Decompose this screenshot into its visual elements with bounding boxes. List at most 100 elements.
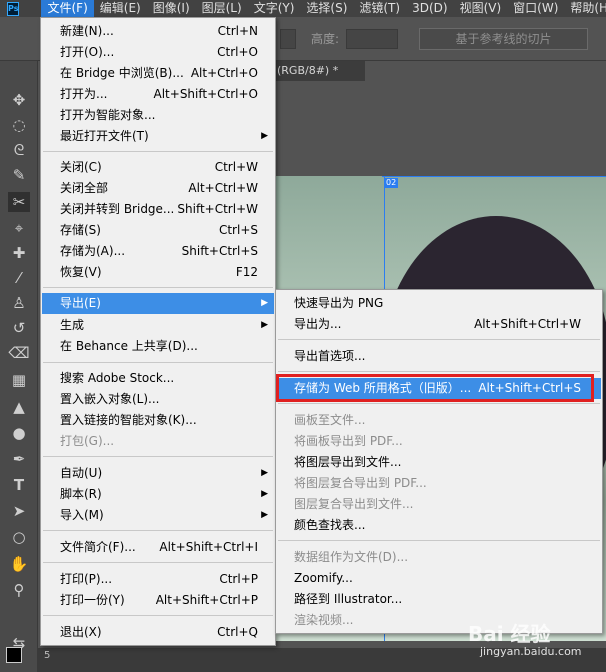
menu-item-print[interactable]: 打印(P)... Ctrl+P <box>42 569 274 590</box>
menu-item-exit[interactable]: 退出(X) Ctrl+Q <box>42 622 274 643</box>
menu-separator <box>278 403 600 404</box>
menu-item-place-linked[interactable]: 置入链接的智能对象(K)... <box>42 410 274 431</box>
menu-item-open-as[interactable]: 打开为... Alt+Shift+Ctrl+O <box>42 84 274 105</box>
file-menu-dropdown: 新建(N)... Ctrl+N 打开(O)... Ctrl+O 在 Bridge 中… <box>40 17 276 646</box>
menu-image[interactable]: 图像(I) <box>147 0 196 17</box>
menu-item-close-go-bridge[interactable]: 关闭并转到 Bridge... Shift+Ctrl+W <box>42 199 274 220</box>
menu-item-revert[interactable]: 恢复(V) F12 <box>42 262 274 283</box>
menu-item-new[interactable]: 新建(N)... Ctrl+N <box>42 21 274 42</box>
menu-separator <box>278 371 600 372</box>
menu-item-close-all[interactable]: 关闭全部 Alt+Ctrl+W <box>42 178 274 199</box>
ellipse-tool-icon[interactable]: ○ <box>8 527 30 547</box>
foreground-color-swatch[interactable] <box>6 647 22 663</box>
menu-item-share-behance[interactable]: 在 Behance 上共享(D)... <box>42 336 274 357</box>
document-tab[interactable]: (RGB/8#) * <box>270 61 365 81</box>
menu-separator <box>43 456 273 457</box>
menu-filter[interactable]: 滤镜(T) <box>353 0 406 17</box>
menu-item-close[interactable]: 关闭(C) Ctrl+W <box>42 157 274 178</box>
type-tool-icon[interactable]: T <box>8 475 30 495</box>
menu-item-paths-to-illustrator[interactable]: 路径到 Illustrator... <box>277 589 601 610</box>
menu-item-search-stock[interactable]: 搜索 Adobe Stock... <box>42 368 274 389</box>
menu-item-package: 打包(G)... <box>60 434 115 448</box>
menu-separator <box>278 540 600 541</box>
healing-brush-tool-icon[interactable]: ✚ <box>8 243 30 263</box>
dodge-tool-icon[interactable]: ● <box>8 423 30 443</box>
pen-tool-icon[interactable]: ✒ <box>8 449 30 469</box>
menu-separator <box>43 287 273 288</box>
menu-separator <box>43 615 273 616</box>
eyedropper-tool-icon[interactable]: ⌖ <box>8 218 30 238</box>
menu-layer[interactable]: 图层(L) <box>196 0 248 17</box>
submenu-arrow-icon: ▶ <box>261 489 268 499</box>
menu-item-browse-bridge[interactable]: 在 Bridge 中浏览(B)... Alt+Ctrl+O <box>42 63 274 84</box>
menu-separator <box>43 562 273 563</box>
blur-tool-icon[interactable]: ▲ <box>8 397 30 417</box>
menu-item-color-lookup-tables[interactable]: 颜色查找表... <box>277 515 601 536</box>
menu-edit[interactable]: 编辑(E) <box>94 0 147 17</box>
menu-window[interactable]: 窗口(W) <box>507 0 564 17</box>
menu-3d[interactable]: 3D(D) <box>406 0 453 17</box>
clone-stamp-tool-icon[interactable]: ♙ <box>8 293 30 313</box>
menu-item-open[interactable]: 打开(O)... Ctrl+O <box>42 42 274 63</box>
menu-item-render-video: 渲染视频... <box>294 613 354 627</box>
submenu-arrow-icon: ▶ <box>261 298 268 308</box>
menu-item-layer-comps-to-pdf: 将图层复合导出到 PDF... <box>294 476 427 490</box>
menu-separator <box>43 151 273 152</box>
submenu-arrow-icon: ▶ <box>261 510 268 520</box>
menu-select[interactable]: 选择(S) <box>300 0 353 17</box>
menu-item-zoomify[interactable]: Zoomify... <box>277 568 601 589</box>
submenu-arrow-icon: ▶ <box>261 131 268 141</box>
height-field[interactable] <box>346 29 398 49</box>
path-selection-tool-icon[interactable]: ➤ <box>8 501 30 521</box>
eraser-tool-icon[interactable]: ⌫ <box>8 343 30 363</box>
hand-tool-icon[interactable]: ✋ <box>8 554 30 574</box>
menu-item-artboards-to-files: 画板至文件... <box>294 413 366 427</box>
baidu-watermark: Bai 经验 <box>468 622 551 646</box>
brush-tool-icon[interactable]: ⁄ <box>8 268 30 288</box>
menu-item-layer-comps-to-files: 图层复合导出到文件... <box>294 497 414 511</box>
menu-item-recent-files[interactable]: 最近打开文件(T) ▶ <box>42 126 274 147</box>
slice-guide-horizontal <box>382 176 606 177</box>
menu-item-layers-to-files[interactable]: 将图层导出到文件... <box>277 452 601 473</box>
menu-file[interactable]: 文件(F) <box>41 0 94 17</box>
history-brush-tool-icon[interactable]: ↺ <box>8 318 30 338</box>
menu-item-save-as[interactable]: 存储为(A)... Shift+Ctrl+S <box>42 241 274 262</box>
width-field[interactable] <box>280 29 296 49</box>
menu-separator <box>43 530 273 531</box>
menu-item-open-smart-object[interactable]: 打开为智能对象... <box>42 105 274 126</box>
menu-item-quick-export-png[interactable]: 快速导出为 PNG <box>277 293 601 314</box>
tools-panel: ✥ ◌ ᘓ ✎ ✂ ⌖ ✚ ⁄ ♙ ↺ ⌫ ▦ ▲ ● ✒ T ➤ ○ ✋ ⚲ … <box>0 61 38 672</box>
submenu-arrow-icon: ▶ <box>261 468 268 478</box>
menu-item-scripts[interactable]: 脚本(R) ▶ <box>42 484 274 505</box>
menu-item-artboards-to-pdf: 将画板导出到 PDF... <box>294 434 403 448</box>
status-value: 5 <box>44 650 51 661</box>
slice-tool-icon[interactable]: ✂ <box>8 192 30 212</box>
menu-item-print-one-copy[interactable]: 打印一份(Y) Alt+Shift+Ctrl+P <box>42 590 274 611</box>
menu-item-save[interactable]: 存储(S) Ctrl+S <box>42 220 274 241</box>
menu-item-data-sets-as-files: 数据组作为文件(D)... <box>294 550 409 564</box>
menu-view[interactable]: 视图(V) <box>454 0 508 17</box>
photoshop-logo-icon: Ps <box>7 1 20 16</box>
submenu-arrow-icon: ▶ <box>261 320 268 330</box>
menu-item-export-preferences[interactable]: 导出首选项... <box>277 346 601 367</box>
move-tool-icon[interactable]: ✥ <box>8 90 30 110</box>
zoom-tool-icon[interactable]: ⚲ <box>8 580 30 600</box>
lasso-tool-icon[interactable]: ᘓ <box>8 140 30 160</box>
height-label: 高度: <box>311 32 340 46</box>
menu-item-export-as[interactable]: 导出为... Alt+Shift+Ctrl+W <box>277 314 601 335</box>
menu-item-export[interactable]: 导出(E) ▶ <box>42 293 274 314</box>
export-submenu: 快速导出为 PNG 导出为... Alt+Shift+Ctrl+W 导出首选项..… <box>275 289 603 634</box>
baidu-watermark-url: jingyan.baidu.com <box>480 645 582 658</box>
quick-select-tool-icon[interactable]: ✎ <box>8 165 30 185</box>
gradient-tool-icon[interactable]: ▦ <box>8 370 30 390</box>
menu-help[interactable]: 帮助(H) <box>564 0 606 17</box>
menu-item-import[interactable]: 导入(M) ▶ <box>42 505 274 526</box>
menu-bar: Ps 文件(F) 编辑(E) 图像(I) 图层(L) 文字(Y) 选择(S) 滤… <box>0 0 606 17</box>
slices-from-guides-button[interactable]: 基于参考线的切片 <box>419 28 588 50</box>
menu-item-generate[interactable]: 生成 ▶ <box>42 315 274 336</box>
marquee-tool-icon[interactable]: ◌ <box>8 115 30 135</box>
menu-item-automate[interactable]: 自动(U) ▶ <box>42 463 274 484</box>
menu-item-file-info[interactable]: 文件简介(F)... Alt+Shift+Ctrl+I <box>42 537 274 558</box>
menu-item-place-embedded[interactable]: 置入嵌入对象(L)... <box>42 389 274 410</box>
menu-type[interactable]: 文字(Y) <box>248 0 301 17</box>
